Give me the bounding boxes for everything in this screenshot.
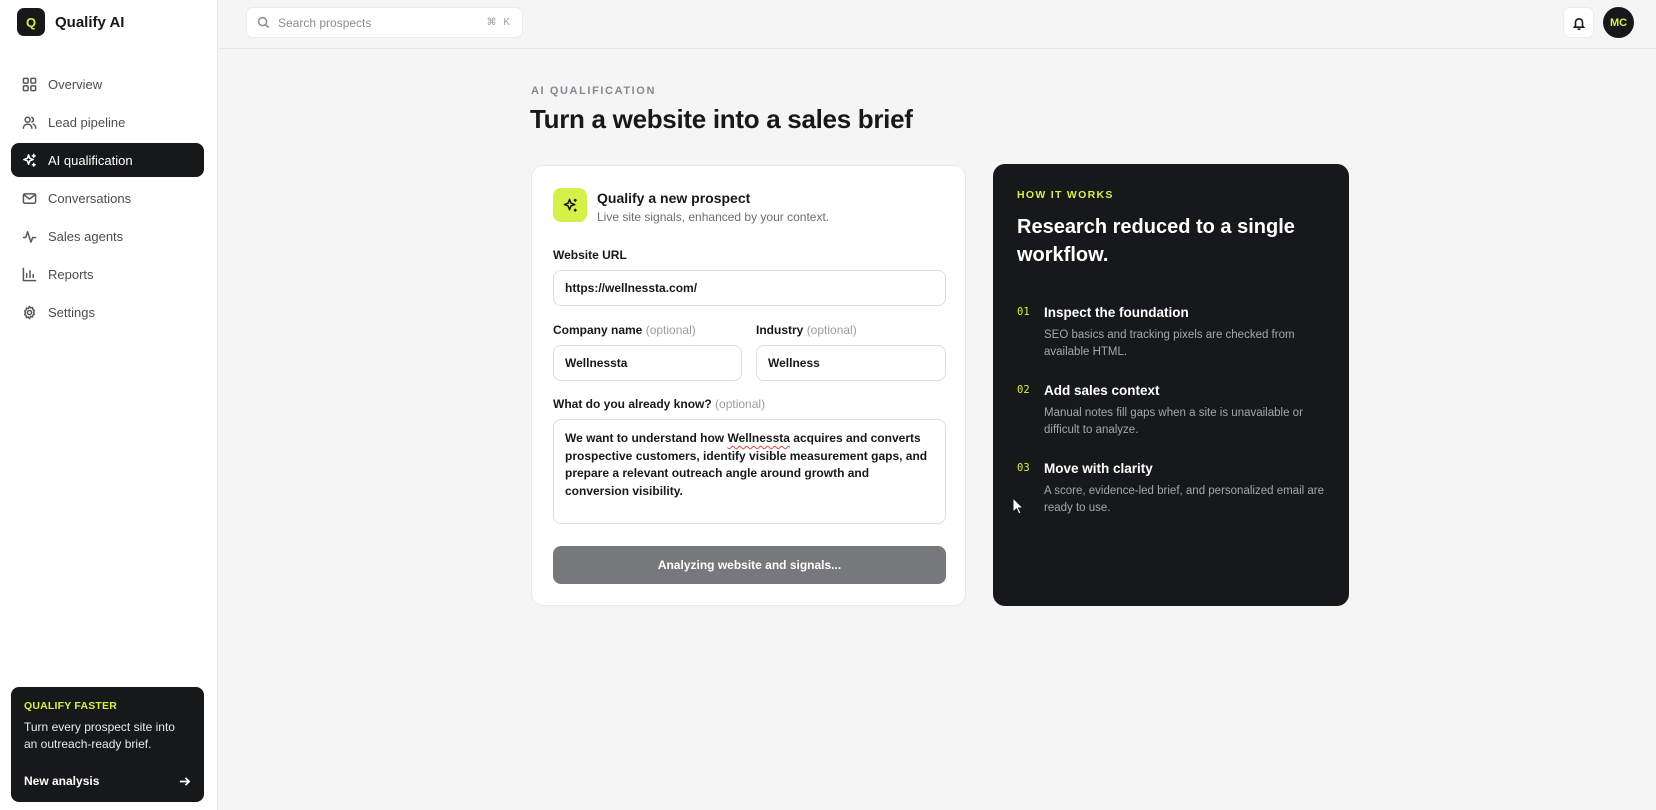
brand-name: Qualify AI <box>55 13 125 31</box>
step-title: Add sales context <box>1044 383 1160 398</box>
sidebar: Q Qualify AI Overview Lead pipeline AI q… <box>0 0 218 810</box>
step-text: A score, evidence-led brief, and persona… <box>1044 485 1324 514</box>
optional-hint: (optional) <box>715 397 766 411</box>
brand[interactable]: Q Qualify AI <box>17 8 124 36</box>
company-name-input[interactable] <box>553 345 742 381</box>
topbar: ⌘ K MC <box>219 0 1656 49</box>
users-icon <box>22 116 37 129</box>
qualify-form-card: Qualify a new prospect Live site signals… <box>531 165 966 606</box>
website-url-label: Website URL <box>553 248 627 262</box>
industry-input[interactable] <box>756 345 946 381</box>
arrow-right-icon <box>179 776 191 786</box>
sidebar-item-label: Overview <box>48 76 103 92</box>
page-title: Turn a website into a sales brief <box>530 104 913 134</box>
notes-label-text: What do you already know? <box>553 397 712 411</box>
activity-icon <box>22 230 37 243</box>
sidebar-item-overview[interactable]: Overview <box>11 67 204 101</box>
sidebar-item-label: Reports <box>48 266 94 282</box>
promo-text: Turn every prospect site into an outreac… <box>24 720 175 751</box>
mouse-cursor-icon <box>1012 497 1024 515</box>
step-text: Manual notes fill gaps when a site is un… <box>1044 407 1303 436</box>
step-item: 01 Inspect the foundation SEO basics and… <box>1017 305 1325 361</box>
sidebar-nav: Overview Lead pipeline AI qualification … <box>11 67 204 333</box>
sparkle-icon <box>23 153 36 167</box>
website-url-input[interactable] <box>553 270 946 306</box>
how-title: Research reduced to a single workflow. <box>1017 216 1295 266</box>
notes-text: We want to understand how <box>565 431 728 445</box>
search-box[interactable]: ⌘ K <box>246 7 523 38</box>
page-eyebrow: AI QUALIFICATION <box>531 85 656 97</box>
step-title: Move with clarity <box>1044 461 1153 476</box>
optional-hint: (optional) <box>645 323 696 337</box>
grid-icon <box>22 77 37 91</box>
bar-chart-icon <box>22 267 37 281</box>
sidebar-item-label: Sales agents <box>48 228 124 244</box>
card-header: Qualify a new prospect Live site signals… <box>553 188 829 224</box>
company-name-label-text: Company name <box>553 323 643 337</box>
how-eyebrow: HOW IT WORKS <box>1017 189 1114 201</box>
sidebar-item-sales-agents[interactable]: Sales agents <box>11 219 204 253</box>
steps-list: 01 Inspect the foundation SEO basics and… <box>1017 305 1325 517</box>
promo-eyebrow: QUALIFY FASTER <box>24 700 118 712</box>
sidebar-item-settings[interactable]: Settings <box>11 295 204 329</box>
step-number: 01 <box>1017 306 1030 318</box>
sidebar-item-lead-pipeline[interactable]: Lead pipeline <box>11 105 204 139</box>
misspelled-word: Wellnessta <box>727 431 790 445</box>
bell-icon <box>1572 17 1585 30</box>
company-name-label: Company name (optional) <box>553 323 696 337</box>
step-title: Inspect the foundation <box>1044 305 1189 320</box>
sidebar-item-reports[interactable]: Reports <box>11 257 204 291</box>
card-subtitle: Live site signals, enhanced by your cont… <box>597 210 830 224</box>
step-number: 02 <box>1017 384 1030 396</box>
promo-card: QUALIFY FASTER Turn every prospect site … <box>11 687 204 802</box>
search-shortcut: ⌘ K <box>486 17 512 28</box>
card-title: Qualify a new prospect <box>597 190 751 206</box>
website-url-label-text: Website URL <box>553 248 627 262</box>
notes-textarea[interactable]: We want to understand how Wellnessta acq… <box>553 419 946 524</box>
how-it-works-panel: HOW IT WORKS Research reduced to a singl… <box>993 164 1349 606</box>
sparkle-badge <box>553 188 587 222</box>
gear-icon <box>23 305 36 319</box>
optional-hint: (optional) <box>806 323 857 337</box>
sidebar-item-label: Lead pipeline <box>48 114 126 130</box>
sidebar-item-label: AI qualification <box>48 152 133 168</box>
new-analysis-button[interactable]: New analysis <box>24 774 191 788</box>
avatar[interactable]: MC <box>1603 7 1634 38</box>
sidebar-item-conversations[interactable]: Conversations <box>11 181 204 215</box>
industry-label-text: Industry <box>756 323 804 337</box>
step-item: 02 Add sales context Manual notes fill g… <box>1017 383 1325 439</box>
sidebar-item-label: Conversations <box>48 190 132 206</box>
notifications-button[interactable] <box>1563 7 1594 38</box>
sidebar-item-ai-qualification[interactable]: AI qualification <box>11 143 204 177</box>
step-text: SEO basics and tracking pixels are check… <box>1044 329 1295 358</box>
sidebar-item-label: Settings <box>48 304 95 320</box>
industry-label: Industry (optional) <box>756 323 857 337</box>
new-analysis-label: New analysis <box>24 774 100 788</box>
search-icon <box>257 16 270 29</box>
sparkle-icon <box>563 198 577 212</box>
brand-logo: Q <box>17 8 45 36</box>
mail-icon <box>22 192 37 204</box>
analyze-button[interactable]: Analyzing website and signals... <box>553 546 946 584</box>
notes-label: What do you already know? (optional) <box>553 397 765 411</box>
step-item: 03 Move with clarity A score, evidence-l… <box>1017 461 1325 517</box>
search-input[interactable] <box>278 15 479 30</box>
